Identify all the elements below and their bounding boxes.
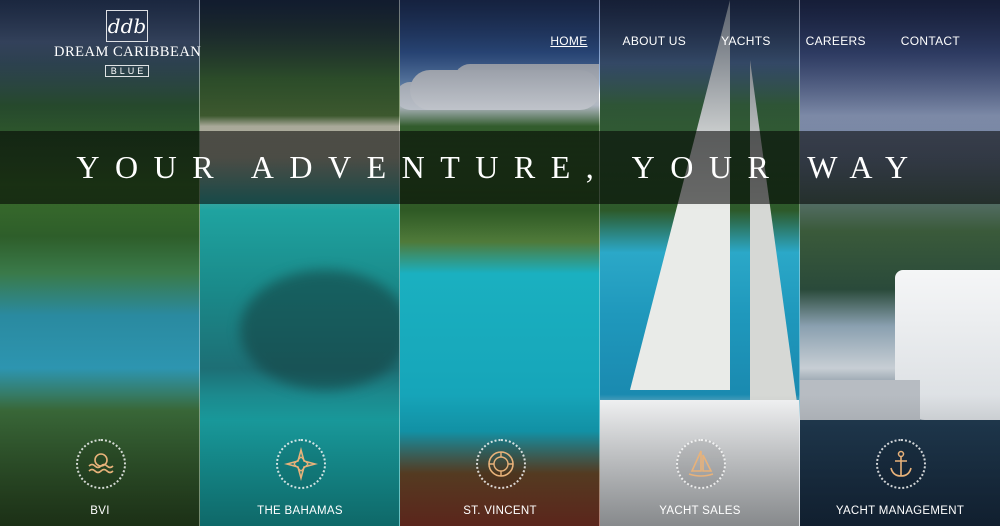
tile-the-bahamas[interactable]: THE BAHAMAS [200, 0, 400, 526]
shell-icon [476, 439, 526, 489]
hero-headline: YOUR ADVENTURE, YOUR WAY [76, 149, 924, 185]
nav-careers[interactable]: CAREERS [806, 34, 866, 48]
logo-name: DREAM CARIBBEAN [54, 44, 202, 60]
compass-star-icon [276, 439, 326, 489]
sailboat-icon [676, 439, 726, 489]
tile-st-vincent[interactable]: ST. VINCENT [400, 0, 600, 526]
tile-yacht-management[interactable]: YACHT MANAGEMENT [800, 0, 1000, 526]
logo-subtitle: BLUE [104, 65, 150, 77]
tile-label-yacht-management: YACHT MANAGEMENT [835, 505, 965, 517]
main-nav: HOME ABOUT US YACHTS CAREERS CONTACT [550, 34, 960, 48]
tile-label-yacht-sales: YACHT SALES [659, 505, 741, 517]
nav-about-us[interactable]: ABOUT US [623, 34, 687, 48]
tile-label-st-vincent: ST. VINCENT [463, 505, 537, 517]
waves-sun-icon [76, 439, 126, 489]
tile-yacht-sales[interactable]: YACHT SALES [600, 0, 800, 526]
site-logo[interactable]: ddb DREAM CARIBBEAN BLUE [54, 10, 202, 79]
tile-label-bvi: BVI [90, 505, 110, 517]
logo-monogram: ddb [106, 10, 148, 42]
nav-contact[interactable]: CONTACT [901, 34, 960, 48]
tile-label-the-bahamas: THE BAHAMAS [257, 505, 343, 517]
nav-home[interactable]: HOME [550, 34, 587, 48]
anchor-icon [876, 439, 926, 489]
nav-yachts[interactable]: YACHTS [721, 34, 771, 48]
